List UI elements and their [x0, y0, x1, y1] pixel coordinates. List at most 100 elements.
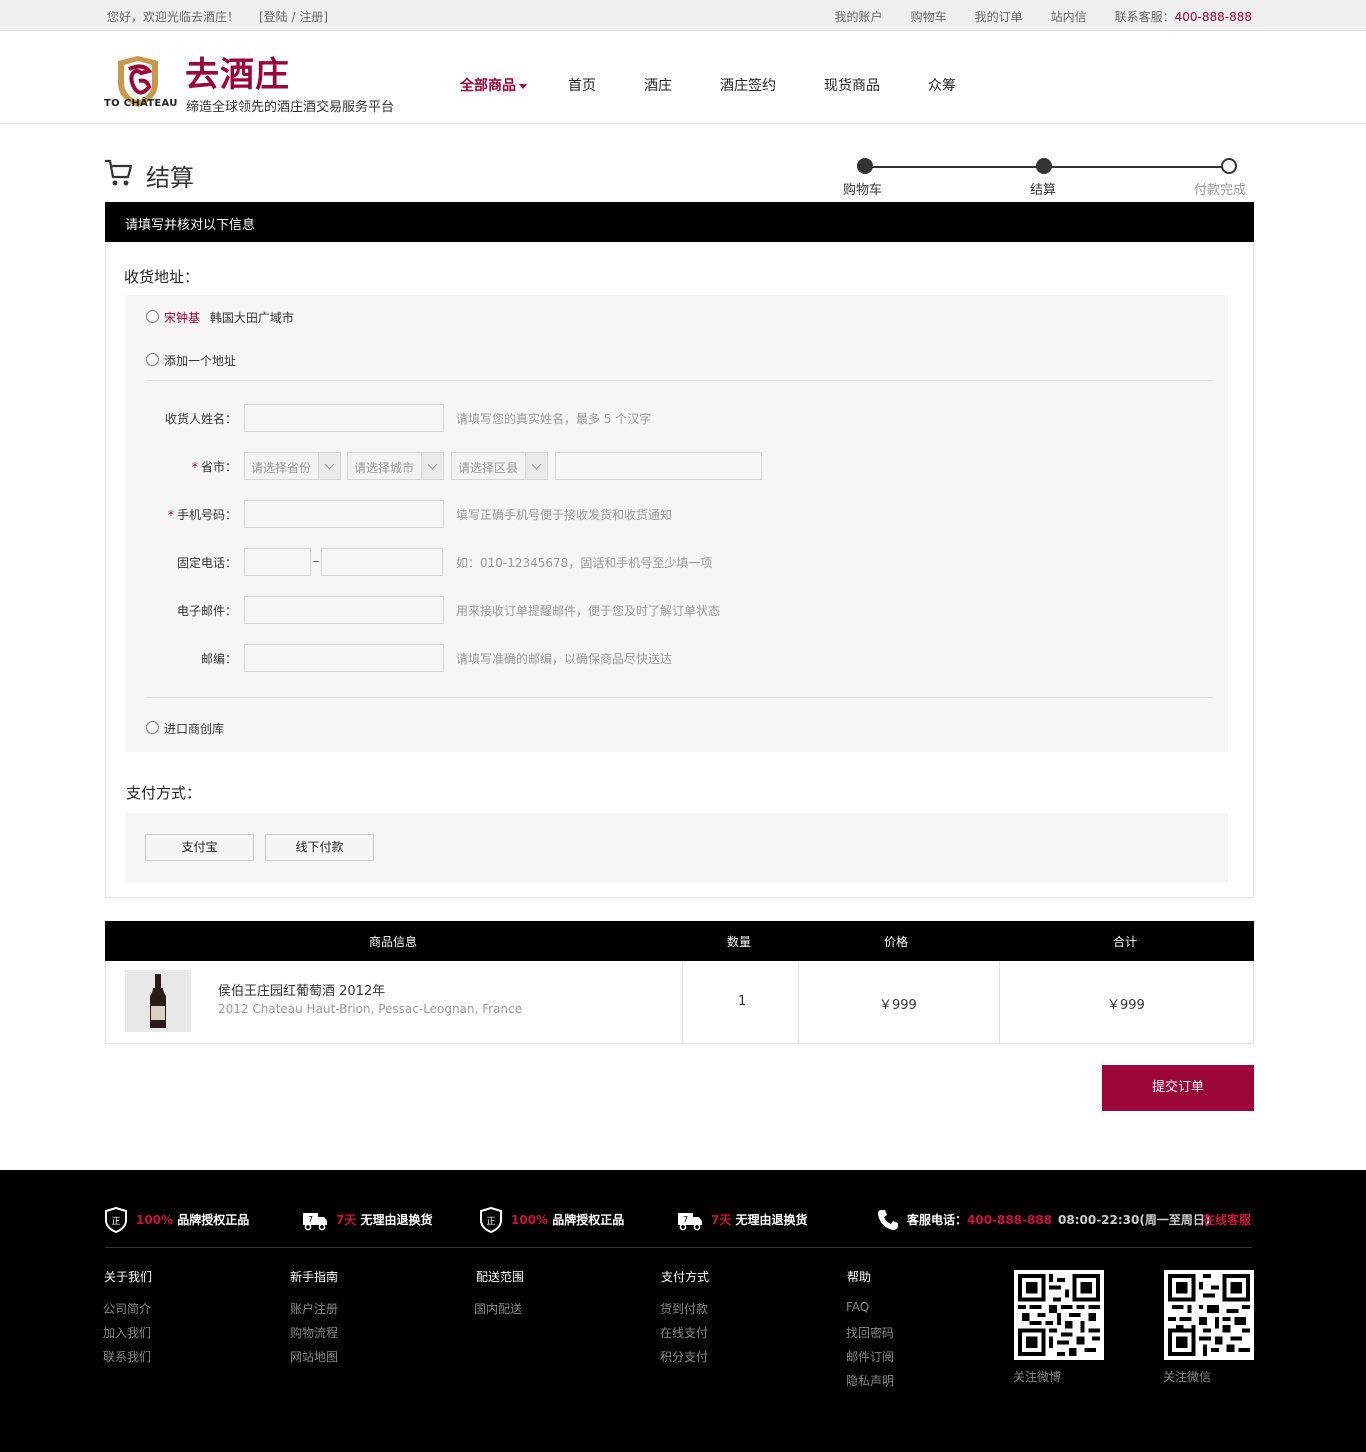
svg-text:正: 正 — [111, 1217, 120, 1227]
nav-home[interactable]: 首页 — [568, 75, 644, 95]
footer-link[interactable]: 积分支付 — [660, 1348, 708, 1365]
step-cart-dot — [857, 158, 873, 174]
logo-slogan: 缔造全球领先的酒庄酒交易服务平台 — [186, 100, 395, 115]
divider — [999, 961, 1000, 1044]
divider — [682, 961, 683, 1044]
footer-link[interactable]: 货到付款 — [660, 1300, 708, 1317]
service-return: 7天 无理由退换货 — [336, 1213, 433, 1227]
footer-link[interactable]: 购物流程 — [290, 1324, 338, 1341]
email-hint: 用来接收订单提醒邮件，便于您及时了解订单状态 — [456, 604, 721, 618]
email-input[interactable] — [244, 596, 444, 624]
footer-link[interactable]: 国内配送 — [474, 1300, 522, 1317]
warehouse-label[interactable]: 进口商创库 — [164, 720, 224, 737]
logo-icon[interactable] — [105, 53, 171, 123]
step-checkout-dot — [1036, 158, 1052, 174]
name-label: 收货人姓名： — [164, 412, 237, 426]
warehouse-radio[interactable] — [146, 721, 159, 734]
add-address-radio[interactable] — [146, 353, 159, 366]
messages-link[interactable]: 站内信 — [1051, 8, 1087, 25]
name-input[interactable] — [244, 404, 444, 432]
footer-link[interactable]: 找回密码 — [846, 1324, 894, 1341]
top-links: 我的账户 购物车 我的订单 站内信 联系客服：400-888-888 — [835, 8, 1252, 25]
cart-icon — [105, 159, 132, 186]
zip-input[interactable] — [244, 644, 444, 672]
payment-title: 支付方式： — [126, 784, 202, 802]
footer-link[interactable]: 联系我们 — [103, 1348, 151, 1365]
nav-chateau-signing[interactable]: 酒庄签约 — [720, 75, 824, 95]
step-cart-label: 购物车 — [843, 183, 883, 198]
top-bar: 您好，欢迎光临去酒庄！ [登陆 / 注册] 我的账户 购物车 我的订单 站内信 … — [0, 0, 1366, 31]
chevron-down-icon — [318, 453, 340, 479]
svg-text:7: 7 — [683, 1215, 688, 1224]
footer-col-title: 关于我们 — [104, 1270, 153, 1284]
zip-label: 邮编： — [200, 652, 237, 666]
online-service-link[interactable]: 在线客服 — [1203, 1211, 1251, 1228]
region-label: * 省市： — [191, 460, 237, 474]
my-orders-link[interactable]: 我的订单 — [975, 8, 1023, 25]
footer-link[interactable]: 公司简介 — [103, 1300, 151, 1317]
mobile-label: * 手机号码： — [167, 508, 237, 522]
service-authentic: 100% 品牌授权正品 — [511, 1213, 625, 1227]
mobile-hint: 填写正确手机号便于接收发货和收货通知 — [456, 508, 673, 522]
nav-spot-goods[interactable]: 现货商品 — [824, 75, 928, 95]
col-product-info: 商品信息 — [369, 935, 418, 949]
saved-address-radio[interactable] — [146, 310, 159, 323]
step-checkout-label: 结算 — [1030, 183, 1057, 198]
phone-label: 固定电话： — [176, 556, 237, 570]
chevron-down-icon — [421, 453, 443, 479]
logo-chinese[interactable]: 去酒庄 — [185, 47, 290, 96]
nav-crowdfunding[interactable]: 众筹 — [928, 75, 956, 95]
col-price: 价格 — [884, 935, 909, 949]
offline-payment-button[interactable]: 线下付款 — [265, 834, 374, 861]
login-register-link[interactable]: [登陆 / 注册] — [259, 8, 328, 25]
main-nav: 全部商品 首页 酒庄 酒庄签约 现货商品 众筹 — [460, 75, 956, 95]
divider — [105, 1247, 1252, 1248]
shield-icon: 正 — [105, 1207, 127, 1233]
footer-link[interactable]: 账户注册 — [290, 1300, 338, 1317]
nav-all-products[interactable]: 全部商品 — [460, 75, 568, 95]
add-address-label[interactable]: 添加一个地址 — [164, 352, 236, 369]
phone-area-input[interactable] — [244, 548, 311, 576]
footer-link[interactable]: FAQ — [846, 1300, 869, 1314]
submit-order-button[interactable]: 提交订单 — [1102, 1065, 1254, 1111]
mobile-input[interactable] — [244, 500, 444, 528]
svg-text:7: 7 — [308, 1215, 313, 1224]
product-total: ￥999 — [1107, 998, 1145, 1013]
weibo-label: 关注微博 — [1013, 1370, 1062, 1384]
nav-chateau[interactable]: 酒庄 — [644, 75, 720, 95]
footer-link[interactable]: 网站地图 — [290, 1348, 338, 1365]
saved-address-label[interactable]: 宋钟基 韩国大田广域市 — [164, 309, 294, 326]
page-title: 结算 — [146, 164, 194, 192]
phone-number-input[interactable] — [321, 548, 443, 576]
col-total: 合计 — [1113, 935, 1138, 949]
alipay-button[interactable]: 支付宝 — [145, 834, 254, 861]
truck-icon: 7 — [303, 1213, 327, 1231]
footer-link[interactable]: 隐私声明 — [846, 1372, 894, 1389]
weibo-qr-code-icon — [1014, 1270, 1104, 1360]
order-table-header: 商品信息 数量 价格 合计 — [105, 921, 1254, 961]
zip-hint: 请填写准确的邮编，以确保商品尽快送达 — [456, 652, 673, 666]
city-select[interactable]: 请选择城市 — [347, 452, 444, 480]
my-account-link[interactable]: 我的账户 — [835, 8, 883, 25]
footer-link[interactable]: 邮件订阅 — [846, 1348, 894, 1365]
product-thumbnail[interactable] — [125, 970, 191, 1032]
street-address-input[interactable] — [555, 452, 762, 480]
province-select[interactable]: 请选择省份 — [244, 452, 341, 480]
panel-header: 请填写并核对以下信息 — [105, 202, 1254, 242]
saved-address-text: 韩国大田广域市 — [209, 311, 294, 325]
contact-service: 联系客服：400-888-888 — [1114, 10, 1252, 24]
col-quantity: 数量 — [727, 935, 752, 949]
divider — [798, 961, 799, 1044]
phone-icon — [878, 1210, 898, 1230]
hotline-number: 400-888-888 — [967, 1213, 1053, 1227]
wechat-label: 关注微信 — [1163, 1370, 1212, 1384]
district-select[interactable]: 请选择区县 — [451, 452, 548, 480]
saved-address-name: 宋钟基 — [164, 311, 201, 325]
service-hours: 08:00-22:30(周一至周日) — [1058, 1213, 1211, 1227]
footer-link[interactable]: 加入我们 — [103, 1324, 151, 1341]
footer-link[interactable]: 在线支付 — [660, 1324, 708, 1341]
step-paid-dot — [1221, 158, 1237, 174]
cart-link[interactable]: 购物车 — [911, 8, 947, 25]
svg-text:正: 正 — [486, 1217, 495, 1227]
product-name[interactable]: 侯伯王庄园红葡萄酒 2012年 — [218, 980, 385, 999]
